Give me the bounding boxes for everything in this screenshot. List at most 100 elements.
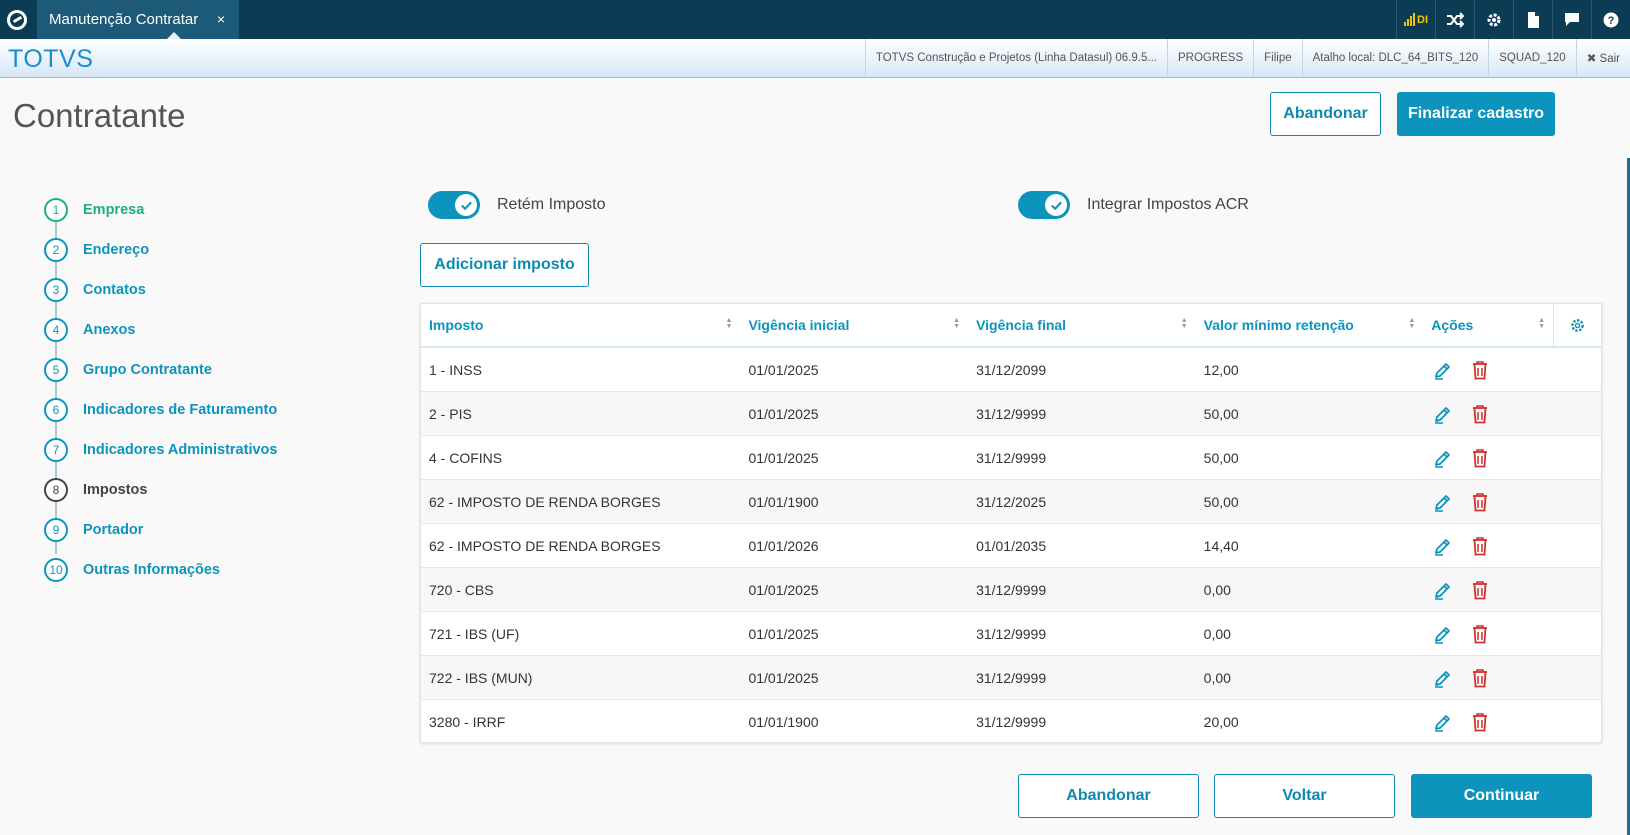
edit-pencil-icon[interactable] xyxy=(1433,712,1451,732)
delete-trash-icon[interactable] xyxy=(1471,536,1489,556)
row-actions xyxy=(1423,612,1553,655)
cell-vigencia-final: 31/12/9999 xyxy=(976,625,1047,642)
abandon-button-bottom[interactable]: Abandonar xyxy=(1018,774,1199,818)
cell-valor-minimo: 20,00 xyxy=(1203,713,1239,730)
help-icon[interactable]: ? xyxy=(1591,0,1630,39)
edit-pencil-icon[interactable] xyxy=(1433,624,1451,644)
header-shortcut: Atalho local: DLC_64_BITS_120 xyxy=(1301,39,1489,77)
cell-vigencia-inicial: 01/01/2025 xyxy=(748,581,819,598)
column-header-imposto[interactable]: Imposto ▲ ▼ xyxy=(421,304,740,346)
stepper: 1 Empresa 2 Endereço 3 Contatos 4 Anexos 5 Gr… xyxy=(44,190,277,590)
edit-pencil-icon[interactable] xyxy=(1433,580,1451,600)
gear-icon[interactable] xyxy=(1474,0,1513,39)
edit-pencil-icon[interactable] xyxy=(1433,360,1451,380)
cell-imposto: 1 - INSS xyxy=(429,361,482,378)
step-indicadores-faturamento[interactable]: 6 Indicadores de Faturamento xyxy=(44,390,277,430)
cell-vigencia-inicial: 01/01/2025 xyxy=(748,361,819,378)
cell-empty xyxy=(1553,436,1601,479)
cell-vigencia-inicial: 01/01/1900 xyxy=(748,493,819,510)
edit-pencil-icon[interactable] xyxy=(1433,404,1451,424)
cell-valor-minimo: 50,00 xyxy=(1203,405,1239,422)
cell-empty xyxy=(1553,612,1601,655)
delete-trash-icon[interactable] xyxy=(1471,712,1489,732)
finish-registration-button[interactable]: Finalizar cadastro xyxy=(1397,92,1555,136)
delete-trash-icon[interactable] xyxy=(1471,668,1489,688)
sort-icon: ▲ ▼ xyxy=(725,317,733,330)
table-row: 1 - INSS 01/01/2025 31/12/2099 12,00 xyxy=(421,348,1601,392)
step-indicadores-administrativos[interactable]: 7 Indicadores Administrativos xyxy=(44,430,277,470)
cell-valor-minimo: 0,00 xyxy=(1203,625,1231,642)
top-bar: Manutenção Contratar × DI ? xyxy=(0,0,1630,39)
step-outras-informacoes[interactable]: 10 Outras Informações xyxy=(44,550,277,590)
row-actions xyxy=(1423,656,1553,699)
header-user[interactable]: Filipe xyxy=(1253,39,1301,77)
delete-trash-icon[interactable] xyxy=(1471,360,1489,380)
table-row: 722 - IBS (MUN) 01/01/2025 31/12/9999 0,00 xyxy=(421,656,1601,700)
chat-icon[interactable] xyxy=(1552,0,1591,39)
cell-valor-minimo: 12,00 xyxy=(1203,361,1239,378)
column-header-acoes[interactable]: Ações ▲ ▼ xyxy=(1423,304,1553,346)
edit-pencil-icon[interactable] xyxy=(1433,536,1451,556)
cell-empty xyxy=(1553,524,1601,567)
column-header-vigencia-final[interactable]: Vigência final ▲ ▼ xyxy=(968,304,1196,346)
step-portador[interactable]: 9 Portador xyxy=(44,510,277,550)
step-number: 7 xyxy=(44,438,68,462)
edit-pencil-icon[interactable] xyxy=(1433,492,1451,512)
retem-imposto-switch[interactable] xyxy=(428,191,480,219)
logout-button[interactable]: ✖ Sair xyxy=(1575,39,1630,77)
column-header-valor-minimo[interactable]: Valor mínimo retenção ▲ ▼ xyxy=(1196,304,1424,346)
edit-pencil-icon[interactable] xyxy=(1433,448,1451,468)
table-row: 721 - IBS (UF) 01/01/2025 31/12/9999 0,00 xyxy=(421,612,1601,656)
step-number: 8 xyxy=(44,478,68,502)
cell-empty xyxy=(1553,392,1601,435)
add-tax-button[interactable]: Adicionar imposto xyxy=(420,243,589,287)
tab-close-icon[interactable]: × xyxy=(217,11,225,27)
step-endereco[interactable]: 2 Endereço xyxy=(44,230,277,270)
delete-trash-icon[interactable] xyxy=(1471,492,1489,512)
step-contatos[interactable]: 3 Contatos xyxy=(44,270,277,310)
header-company[interactable]: SQUAD_120 xyxy=(1488,39,1575,77)
cell-valor-minimo: 14,40 xyxy=(1203,537,1239,554)
cell-valor-minimo: 0,00 xyxy=(1203,581,1231,598)
cell-vigencia-final: 31/12/2025 xyxy=(976,493,1047,510)
header-product[interactable]: TOTVS Construção e Projetos (Linha Datas… xyxy=(864,39,1167,77)
delete-trash-icon[interactable] xyxy=(1471,404,1489,424)
delete-trash-icon[interactable] xyxy=(1471,448,1489,468)
cell-imposto: 62 - IMPOSTO DE RENDA BORGES xyxy=(429,537,661,554)
delete-trash-icon[interactable] xyxy=(1471,624,1489,644)
table-row: 720 - CBS 01/01/2025 31/12/9999 0,00 xyxy=(421,568,1601,612)
row-actions xyxy=(1423,348,1553,391)
integrar-impostos-acr-label: Integrar Impostos ACR xyxy=(1087,196,1249,213)
continue-button[interactable]: Continuar xyxy=(1411,774,1592,818)
totvs-logo-icon[interactable] xyxy=(0,0,34,39)
cell-vigencia-final: 31/12/9999 xyxy=(976,581,1047,598)
cell-empty xyxy=(1553,568,1601,611)
step-label: Outras Informações xyxy=(83,562,220,578)
signal-icon[interactable]: DI xyxy=(1396,0,1435,39)
cell-vigencia-inicial: 01/01/2026 xyxy=(748,537,819,554)
integrar-impostos-acr-switch[interactable] xyxy=(1018,191,1070,219)
tab-manutencao-contratar[interactable]: Manutenção Contratar × xyxy=(37,0,239,39)
header-bar: TOTVS TOTVS Construção e Projetos (Linha… xyxy=(0,39,1630,78)
cell-vigencia-inicial: 01/01/2025 xyxy=(748,405,819,422)
tab-title: Manutenção Contratar xyxy=(49,11,199,28)
integrar-impostos-switch-group: Integrar Impostos ACR xyxy=(1018,191,1249,219)
table-settings-gear-icon[interactable] xyxy=(1553,304,1601,346)
cell-valor-minimo: 0,00 xyxy=(1203,669,1231,686)
delete-trash-icon[interactable] xyxy=(1471,580,1489,600)
column-header-vigencia-inicial[interactable]: Vigência inicial ▲ ▼ xyxy=(740,304,968,346)
step-number: 1 xyxy=(44,198,68,222)
step-grupo-contratante[interactable]: 5 Grupo Contratante xyxy=(44,350,277,390)
abandon-button-top[interactable]: Abandonar xyxy=(1270,92,1381,136)
back-button[interactable]: Voltar xyxy=(1214,774,1395,818)
step-anexos[interactable]: 4 Anexos xyxy=(44,310,277,350)
document-icon[interactable] xyxy=(1513,0,1552,39)
step-empresa[interactable]: 1 Empresa xyxy=(44,190,277,230)
step-number: 6 xyxy=(44,398,68,422)
shuffle-icon[interactable] xyxy=(1435,0,1474,39)
header-database: PROGRESS xyxy=(1166,39,1253,77)
step-impostos[interactable]: 8 Impostos xyxy=(44,470,277,510)
table-header: Imposto ▲ ▼ Vigência inicial ▲ ▼ Vigência fi… xyxy=(421,304,1601,348)
table-row: 4 - COFINS 01/01/2025 31/12/9999 50,00 xyxy=(421,436,1601,480)
edit-pencil-icon[interactable] xyxy=(1433,668,1451,688)
